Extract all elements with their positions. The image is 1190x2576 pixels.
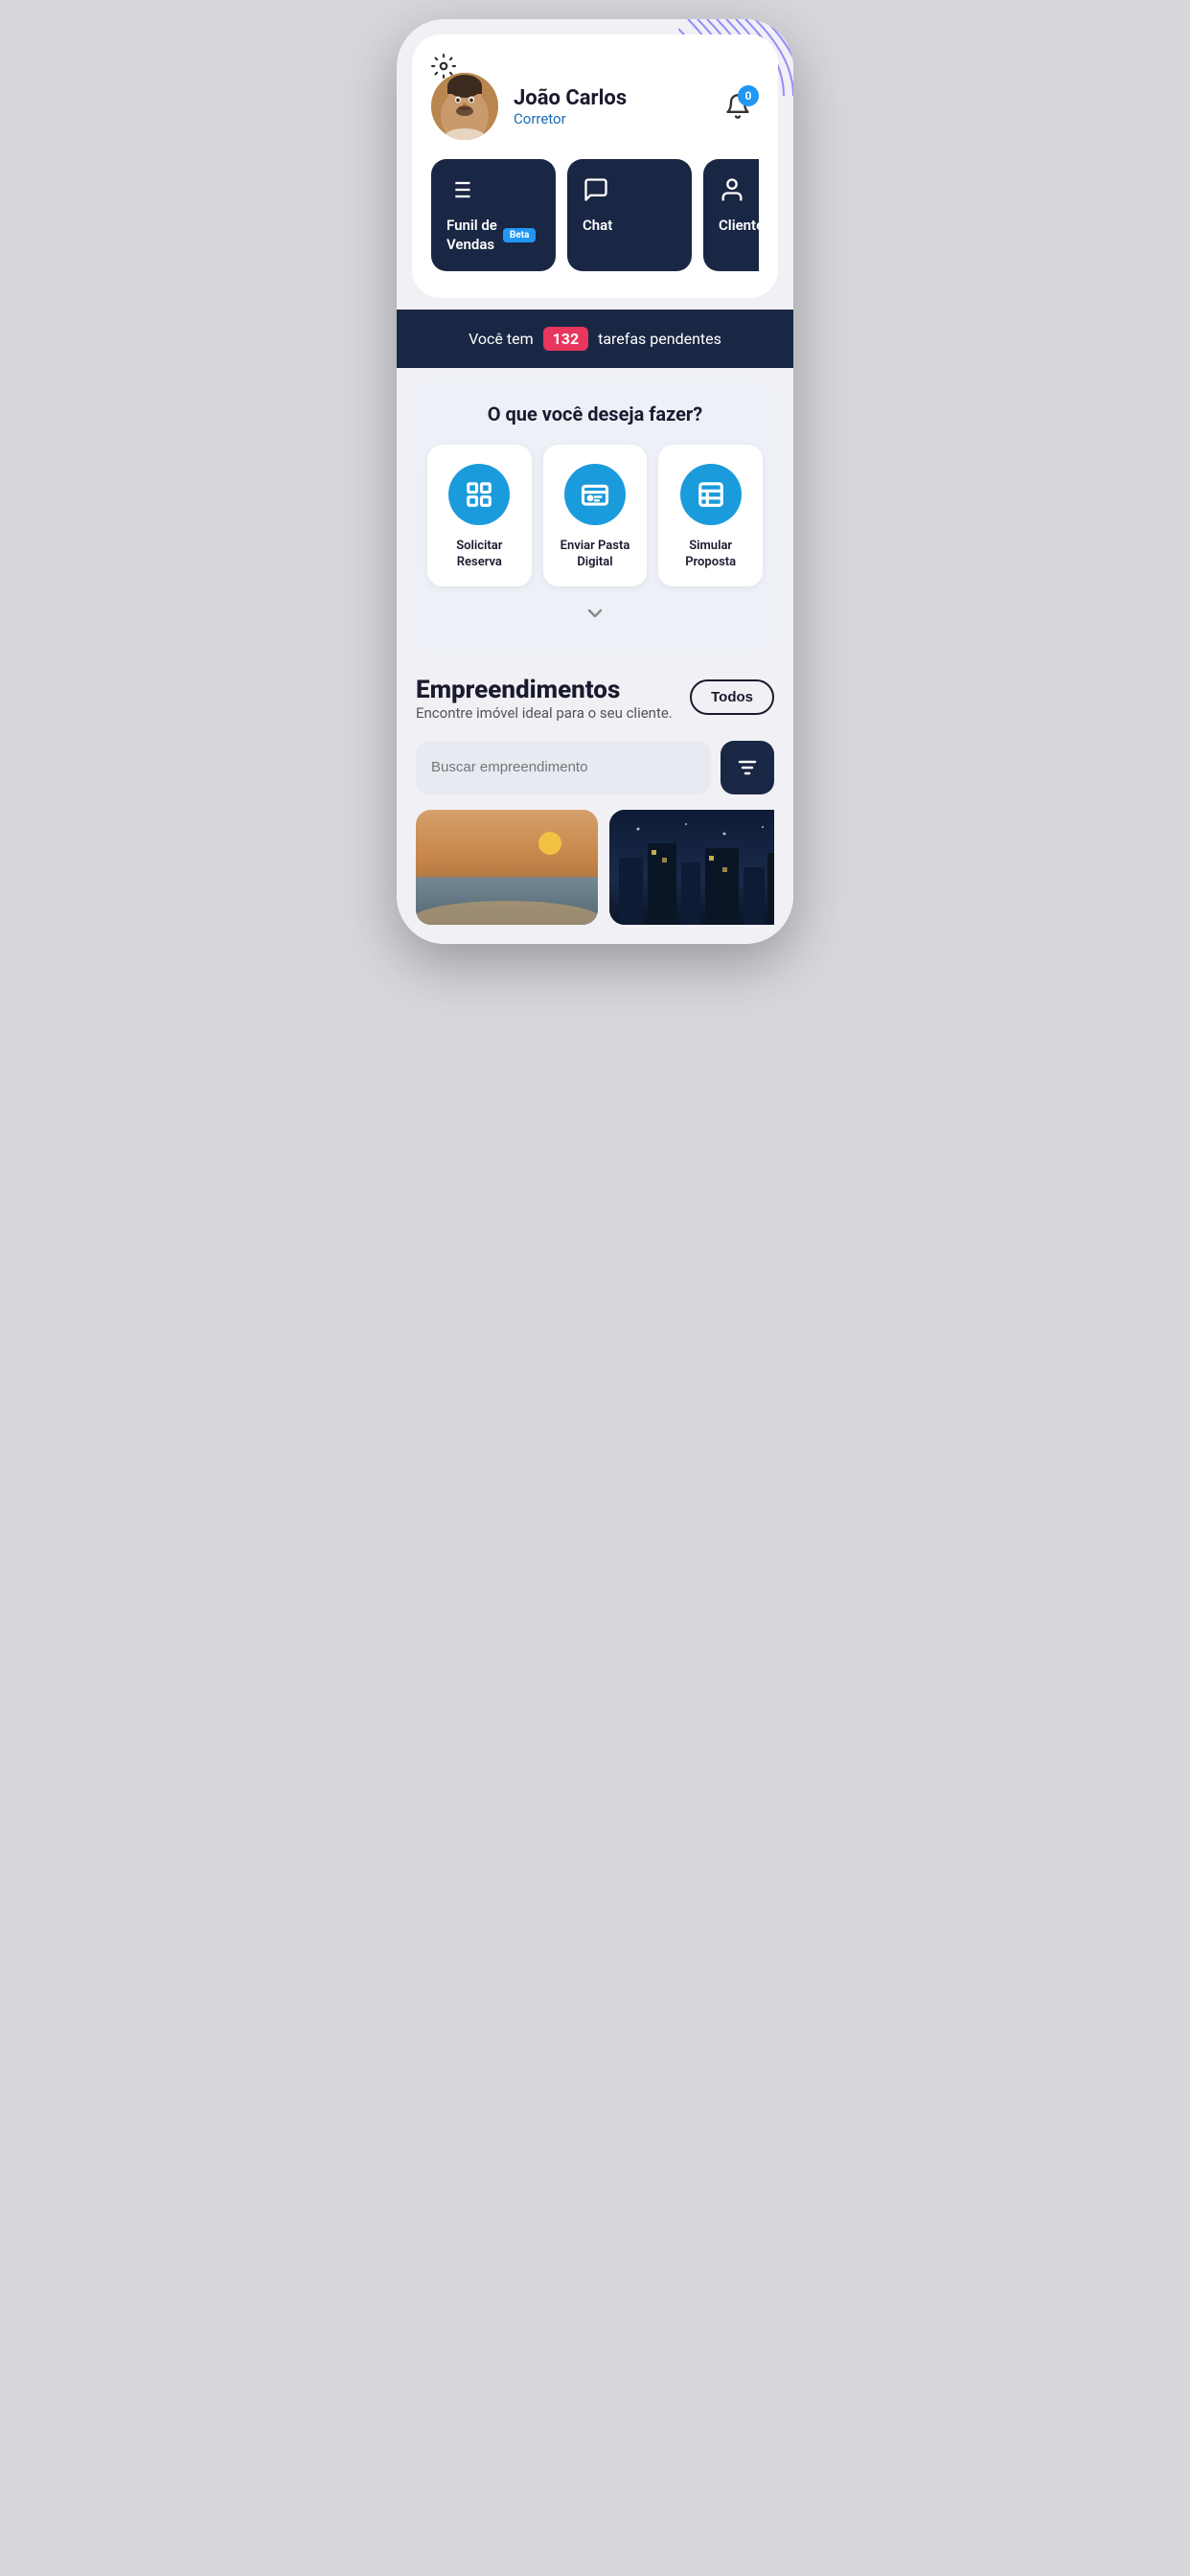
- funil-label: Funil deVendas: [446, 217, 497, 254]
- enviar-pasta-icon: [564, 464, 626, 525]
- solicitar-reserva-icon: [448, 464, 510, 525]
- action-grid: Solicitar Reserva Enviar Pasta Digital: [427, 445, 763, 586]
- chat-label: Chat: [583, 217, 612, 236]
- simular-proposta-label: Simular Proposta: [670, 539, 751, 571]
- property-cards-row: [416, 810, 774, 944]
- profile-role: Corretor: [514, 110, 701, 127]
- chat-icon: [583, 176, 609, 207]
- pending-banner: Você tem 132 tarefas pendentes: [397, 310, 793, 368]
- action-enviar-pasta[interactable]: Enviar Pasta Digital: [543, 445, 648, 586]
- profile-info: João Carlos Corretor: [514, 86, 701, 127]
- search-row: [416, 741, 774, 794]
- chevron-down-icon: [584, 602, 606, 630]
- profile-row: João Carlos Corretor 0: [431, 63, 759, 140]
- property-card-beach[interactable]: [416, 810, 598, 925]
- solicitar-reserva-label: Solicitar Reserva: [439, 539, 520, 571]
- funil-label-row: Funil deVendas Beta: [446, 217, 536, 254]
- chevron-down-row[interactable]: [427, 602, 763, 630]
- filter-button[interactable]: [721, 741, 774, 794]
- content-scroll: João Carlos Corretor 0: [397, 19, 793, 944]
- what-title: O que você deseja fazer?: [427, 402, 763, 426]
- enviar-pasta-label: Enviar Pasta Digital: [555, 539, 636, 571]
- empreendimentos-title: Empreendimentos: [416, 676, 673, 704]
- header-card: João Carlos Corretor 0: [412, 34, 778, 298]
- notification-button[interactable]: 0: [717, 85, 759, 127]
- settings-button[interactable]: [431, 54, 456, 84]
- quick-action-clientes[interactable]: Clientes: [703, 159, 759, 271]
- clientes-icon: [719, 176, 745, 207]
- simular-proposta-icon: [680, 464, 742, 525]
- todos-button[interactable]: Todos: [690, 679, 774, 715]
- empreendimentos-title-group: Empreendimentos Encontre imóvel ideal pa…: [416, 676, 673, 737]
- pending-count: 132: [543, 327, 589, 351]
- empreendimentos-header: Empreendimentos Encontre imóvel ideal pa…: [416, 676, 774, 737]
- phone-container: João Carlos Corretor 0: [397, 19, 793, 944]
- action-solicitar-reserva[interactable]: Solicitar Reserva: [427, 445, 532, 586]
- funil-icon: [446, 176, 473, 207]
- search-input[interactable]: [431, 759, 696, 775]
- empreendimentos-subtitle: Encontre imóvel ideal para o seu cliente…: [416, 704, 673, 722]
- search-wrapper[interactable]: [416, 741, 711, 794]
- quick-action-funil[interactable]: Funil deVendas Beta: [431, 159, 556, 271]
- clientes-label: Clientes: [719, 217, 759, 236]
- pending-suffix: tarefas pendentes: [598, 330, 721, 348]
- property-card-city[interactable]: [609, 810, 774, 925]
- beta-badge: Beta: [503, 228, 537, 242]
- quick-action-chat[interactable]: Chat: [567, 159, 692, 271]
- quick-actions-row: Funil deVendas Beta Chat: [431, 159, 759, 275]
- profile-name: João Carlos: [514, 86, 701, 110]
- what-section: O que você deseja fazer? Solicitar Reser…: [412, 380, 778, 653]
- empreendimentos-section: Empreendimentos Encontre imóvel ideal pa…: [397, 653, 793, 944]
- pending-prefix: Você tem: [469, 330, 534, 348]
- notification-badge: 0: [738, 85, 759, 106]
- action-simular-proposta[interactable]: Simular Proposta: [658, 445, 763, 586]
